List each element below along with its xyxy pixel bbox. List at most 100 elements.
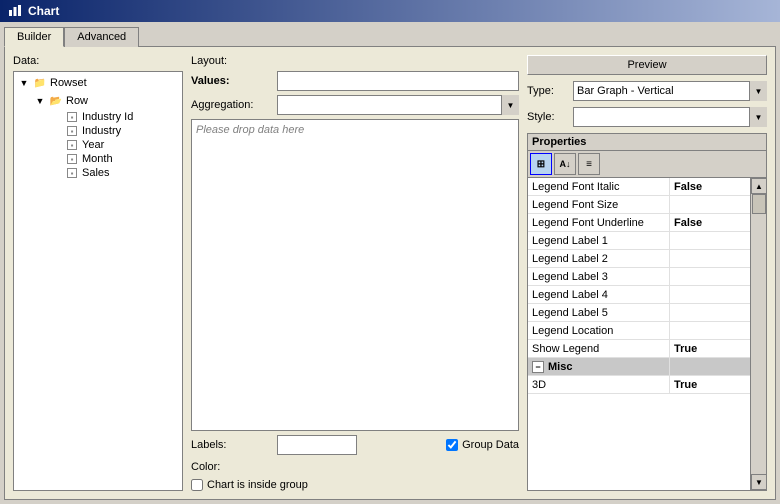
chart-inside-group-row: Chart is inside group <box>191 479 519 491</box>
tree-item-row[interactable]: ▼ 📂 Row <box>16 92 180 110</box>
tree-item-rowset[interactable]: ▼ 📁 Rowset <box>16 74 180 92</box>
tab-builder[interactable]: Builder <box>4 27 64 47</box>
scroll-thumb[interactable] <box>752 194 766 214</box>
tree-expander-rowset[interactable]: ▼ <box>16 75 32 91</box>
color-label: Color: <box>191 461 271 473</box>
scroll-down-button[interactable]: ▼ <box>751 474 766 490</box>
aggregation-select[interactable]: Sum Count Average Min Max <box>277 95 519 115</box>
data-section-label: Data: <box>13 55 183 67</box>
style-select-wrapper: ▼ <box>573 107 767 127</box>
group-data-label: Group Data <box>462 439 519 451</box>
prop-value-legend-font-italic: False <box>670 178 750 195</box>
values-label: Values: <box>191 75 271 87</box>
color-row: Color: <box>191 461 519 473</box>
labels-row: Labels: Group Data <box>191 435 519 455</box>
prop-row-legend-label-1: Legend Label 1 <box>528 232 750 250</box>
folder-icon: 📁 <box>32 75 48 91</box>
prop-value-3d: True <box>670 376 750 393</box>
middle-panel: Layout: Values: Aggregation: Sum Count A… <box>191 55 519 491</box>
prop-name-legend-location: Legend Location <box>528 322 670 339</box>
aggregation-select-wrapper: Sum Count Average Min Max ▼ <box>277 95 519 115</box>
tree-item-industryid[interactable]: ▪ Industry Id <box>16 110 180 124</box>
prop-value-legend-font-size <box>670 196 750 213</box>
prop-row-legend-font-size: Legend Font Size <box>528 196 750 214</box>
preview-button[interactable]: Preview <box>527 55 767 75</box>
prop-value-legend-location <box>670 322 750 339</box>
prop-row-legend-label-5: Legend Label 5 <box>528 304 750 322</box>
prop-row-legend-location: Legend Location <box>528 322 750 340</box>
prop-row-legend-label-3: Legend Label 3 <box>528 268 750 286</box>
left-panel: Data: ▼ 📁 Rowset ▼ 📂 Row ▪ I <box>13 55 183 491</box>
prop-row-legend-label-4: Legend Label 4 <box>528 286 750 304</box>
scroll-track <box>751 194 766 474</box>
style-select[interactable] <box>573 107 767 127</box>
tree-label-row: Row <box>64 95 88 107</box>
tree-label-rowset: Rowset <box>48 77 87 89</box>
aggregation-label: Aggregation: <box>191 99 271 111</box>
prop-row-misc-section: − Misc <box>528 358 750 376</box>
type-row: Type: Bar Graph - Vertical Bar Graph - H… <box>527 81 767 101</box>
properties-group: Properties ⊞ A↓ ≡ Legend Font Italic <box>527 133 767 491</box>
chart-inside-group-label: Chart is inside group <box>207 479 308 491</box>
tree-item-month[interactable]: ▪ Month <box>16 152 180 166</box>
drop-area[interactable]: Please drop data here <box>191 119 519 431</box>
properties-title: Properties <box>528 134 766 151</box>
prop-value-legend-label-3 <box>670 268 750 285</box>
tree-item-sales[interactable]: ▪ Sales <box>16 166 180 180</box>
tree-label-month: Month <box>80 153 113 165</box>
section-expand-misc[interactable]: − <box>532 361 544 373</box>
values-input[interactable] <box>277 71 519 91</box>
chart-icon <box>8 3 22 20</box>
title-bar: Chart <box>0 0 780 22</box>
prop-name-legend-label-3: Legend Label 3 <box>528 268 670 285</box>
prop-tool-az[interactable]: A↓ <box>554 153 576 175</box>
labels-input[interactable] <box>277 435 357 455</box>
prop-tool-list[interactable]: ≡ <box>578 153 600 175</box>
aggregation-row: Aggregation: Sum Count Average Min Max ▼ <box>191 95 519 115</box>
tree-label-year: Year <box>80 139 104 151</box>
layout-label: Layout: <box>191 55 271 67</box>
field-icon-month: ▪ <box>67 154 77 164</box>
tree-item-industry[interactable]: ▪ Industry <box>16 124 180 138</box>
field-icon-industryid: ▪ <box>67 112 77 122</box>
prop-row-legend-label-2: Legend Label 2 <box>528 250 750 268</box>
drop-area-text: Please drop data here <box>196 124 304 136</box>
prop-name-misc: − Misc <box>528 358 670 375</box>
values-row: Values: <box>191 71 519 91</box>
field-icon-industry: ▪ <box>67 126 77 136</box>
prop-value-legend-font-underline: False <box>670 214 750 231</box>
prop-name-legend-font-italic: Legend Font Italic <box>528 178 670 195</box>
field-icon-sales: ▪ <box>67 168 77 178</box>
tree-expander-row[interactable]: ▼ <box>32 93 48 109</box>
group-data-checkbox[interactable] <box>446 439 458 451</box>
tree-label-industry: Industry <box>80 125 121 137</box>
type-select[interactable]: Bar Graph - Vertical Bar Graph - Horizon… <box>573 81 767 101</box>
scroll-up-button[interactable]: ▲ <box>751 178 766 194</box>
prop-value-legend-label-5 <box>670 304 750 321</box>
style-row: Style: ▼ <box>527 107 767 127</box>
folder-icon-row: 📂 <box>48 93 64 109</box>
prop-name-legend-label-5: Legend Label 5 <box>528 304 670 321</box>
properties-scrollbar[interactable]: ▲ ▼ <box>750 178 766 490</box>
style-label: Style: <box>527 111 567 123</box>
prop-name-show-legend: Show Legend <box>528 340 670 357</box>
prop-value-misc <box>670 358 750 375</box>
type-label: Type: <box>527 85 567 97</box>
properties-table: Legend Font Italic False Legend Font Siz… <box>528 178 750 490</box>
prop-tool-grid[interactable]: ⊞ <box>530 153 552 175</box>
prop-row-legend-font-italic: Legend Font Italic False <box>528 178 750 196</box>
tree-item-year[interactable]: ▪ Year <box>16 138 180 152</box>
prop-value-legend-label-1 <box>670 232 750 249</box>
prop-name-legend-font-size: Legend Font Size <box>528 196 670 213</box>
chart-inside-group-checkbox[interactable] <box>191 479 203 491</box>
tree-label-industryid: Industry Id <box>80 111 133 123</box>
prop-name-legend-label-2: Legend Label 2 <box>528 250 670 267</box>
prop-name-legend-font-underline: Legend Font Underline <box>528 214 670 231</box>
window-title: Chart <box>28 4 59 18</box>
layout-row: Layout: <box>191 55 519 67</box>
tree-label-sales: Sales <box>80 167 110 179</box>
prop-value-show-legend: True <box>670 340 750 357</box>
data-tree[interactable]: ▼ 📁 Rowset ▼ 📂 Row ▪ Industry Id <box>13 71 183 491</box>
tab-advanced[interactable]: Advanced <box>64 27 139 47</box>
prop-row-show-legend: Show Legend True <box>528 340 750 358</box>
